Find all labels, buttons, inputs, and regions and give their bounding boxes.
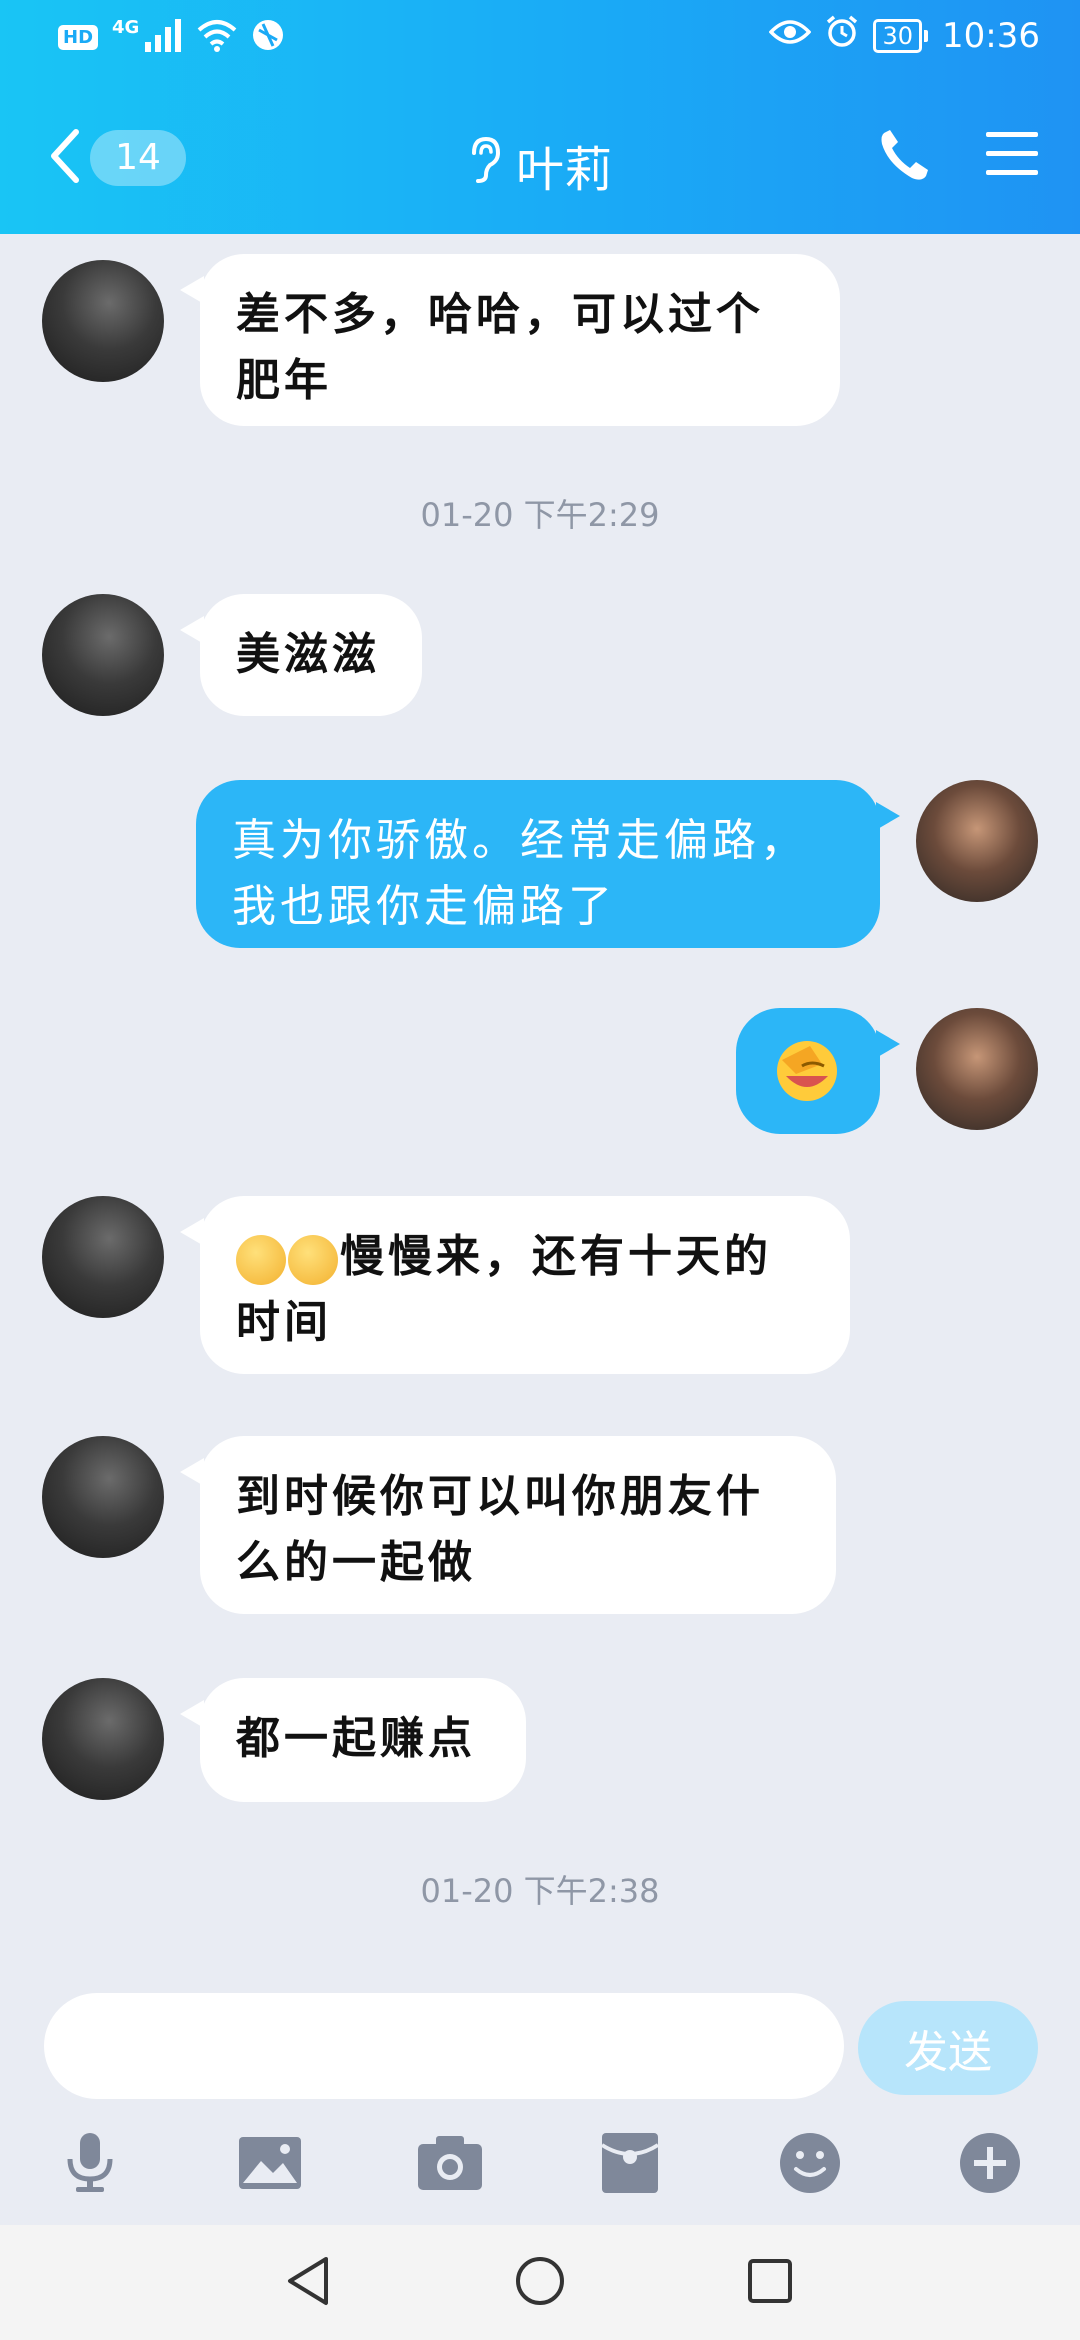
clock: 10:36 [942, 15, 1040, 56]
more-button[interactable] [950, 2125, 1030, 2205]
message-row: 真为你骄傲。经常走偏路，我也跟你走偏路了 [0, 780, 1080, 950]
outgoing-message-bubble[interactable]: 真为你骄傲。经常走偏路，我也跟你走偏路了 [196, 780, 900, 948]
message-row: 差不多，哈哈，可以过个肥年 [0, 246, 1080, 426]
incoming-message-bubble[interactable]: 差不多，哈哈，可以过个肥年 [180, 254, 840, 426]
plus-icon [958, 2131, 1022, 2199]
eye-icon [769, 16, 812, 56]
system-nav-bar [0, 2225, 1080, 2340]
menu-button[interactable] [984, 130, 1040, 182]
message-row: 到时候你可以叫你朋友什么的一起做 [0, 1436, 1080, 1616]
system-home-button[interactable] [510, 2253, 570, 2313]
red-packet-button[interactable] [590, 2125, 670, 2205]
circle-home-icon [514, 2255, 566, 2311]
status-right: 30 10:36 [769, 14, 1040, 57]
red-packet-icon [600, 2131, 660, 2199]
my-avatar[interactable] [916, 1008, 1038, 1130]
timestamp-separator: 01-20 下午2:38 [420, 1872, 660, 1910]
image-icon [237, 2135, 303, 2195]
vpn-icon [251, 18, 285, 56]
status-bar: HD 4G 30 10:36 [0, 0, 1080, 80]
phone-call-button[interactable] [878, 128, 930, 188]
message-row: 美滋滋 [0, 594, 1080, 724]
message-row [0, 1008, 1080, 1138]
contact-avatar[interactable] [42, 594, 164, 716]
camera-button[interactable] [410, 2125, 490, 2205]
yawn-emoji-icon [236, 1234, 286, 1285]
contact-name: 叶莉 [515, 142, 612, 198]
triangle-back-icon [284, 2255, 332, 2311]
system-recents-button[interactable] [740, 2253, 800, 2313]
emoji-button[interactable] [770, 2125, 850, 2205]
status-left: HD 4G [58, 16, 285, 56]
incoming-message-bubble[interactable]: 美滋滋 [180, 594, 422, 716]
incoming-message-bubble[interactable]: 都一起赚点 [180, 1678, 526, 1802]
message-row: 都一起赚点 [0, 1678, 1080, 1808]
contact-avatar[interactable] [42, 260, 164, 382]
wifi-icon [197, 18, 237, 56]
facepalm-emoji-icon [772, 1041, 842, 1117]
camera-icon [416, 2134, 484, 2196]
message-row: 慢慢来，还有十天的时间 [0, 1196, 1080, 1376]
hd-badge: HD [58, 24, 99, 50]
alarm-icon [825, 14, 859, 57]
chat-header: HD 4G 30 10:36 14 叶莉 [0, 0, 1080, 234]
contact-avatar[interactable] [42, 1436, 164, 1558]
hearing-icon [468, 135, 502, 195]
voice-button[interactable] [50, 2125, 130, 2205]
signal-icon [143, 18, 183, 56]
battery-indicator: 30 [873, 18, 928, 53]
yawn-emoji-icon [288, 1234, 338, 1285]
incoming-message-bubble[interactable]: 到时候你可以叫你朋友什么的一起做 [180, 1436, 836, 1614]
contact-avatar[interactable] [42, 1678, 164, 1800]
timestamp-separator: 01-20 下午2:29 [420, 496, 660, 534]
input-toolbar [0, 2125, 1080, 2215]
hamburger-menu-icon [984, 132, 1040, 182]
outgoing-emoji-bubble[interactable] [736, 1008, 900, 1134]
emoji-icon [778, 2131, 842, 2199]
send-button[interactable]: 发送 [858, 2001, 1038, 2095]
nav-bar: 14 叶莉 [0, 100, 1080, 220]
message-input[interactable] [44, 1993, 844, 2099]
message-list[interactable]: 差不多，哈哈，可以过个肥年 01-20 下午2:29 美滋滋 真为你骄傲。经常走… [0, 234, 1080, 1984]
contact-avatar[interactable] [42, 1196, 164, 1318]
square-recents-icon [746, 2257, 794, 2309]
image-button[interactable] [230, 2125, 310, 2205]
incoming-message-bubble[interactable]: 慢慢来，还有十天的时间 [180, 1196, 850, 1374]
microphone-icon [62, 2131, 118, 2199]
phone-icon [878, 130, 930, 188]
my-avatar[interactable] [916, 780, 1038, 902]
input-area: 发送 [0, 1985, 1080, 2225]
network-label: 4G [112, 16, 140, 38]
system-back-button[interactable] [278, 2253, 338, 2313]
